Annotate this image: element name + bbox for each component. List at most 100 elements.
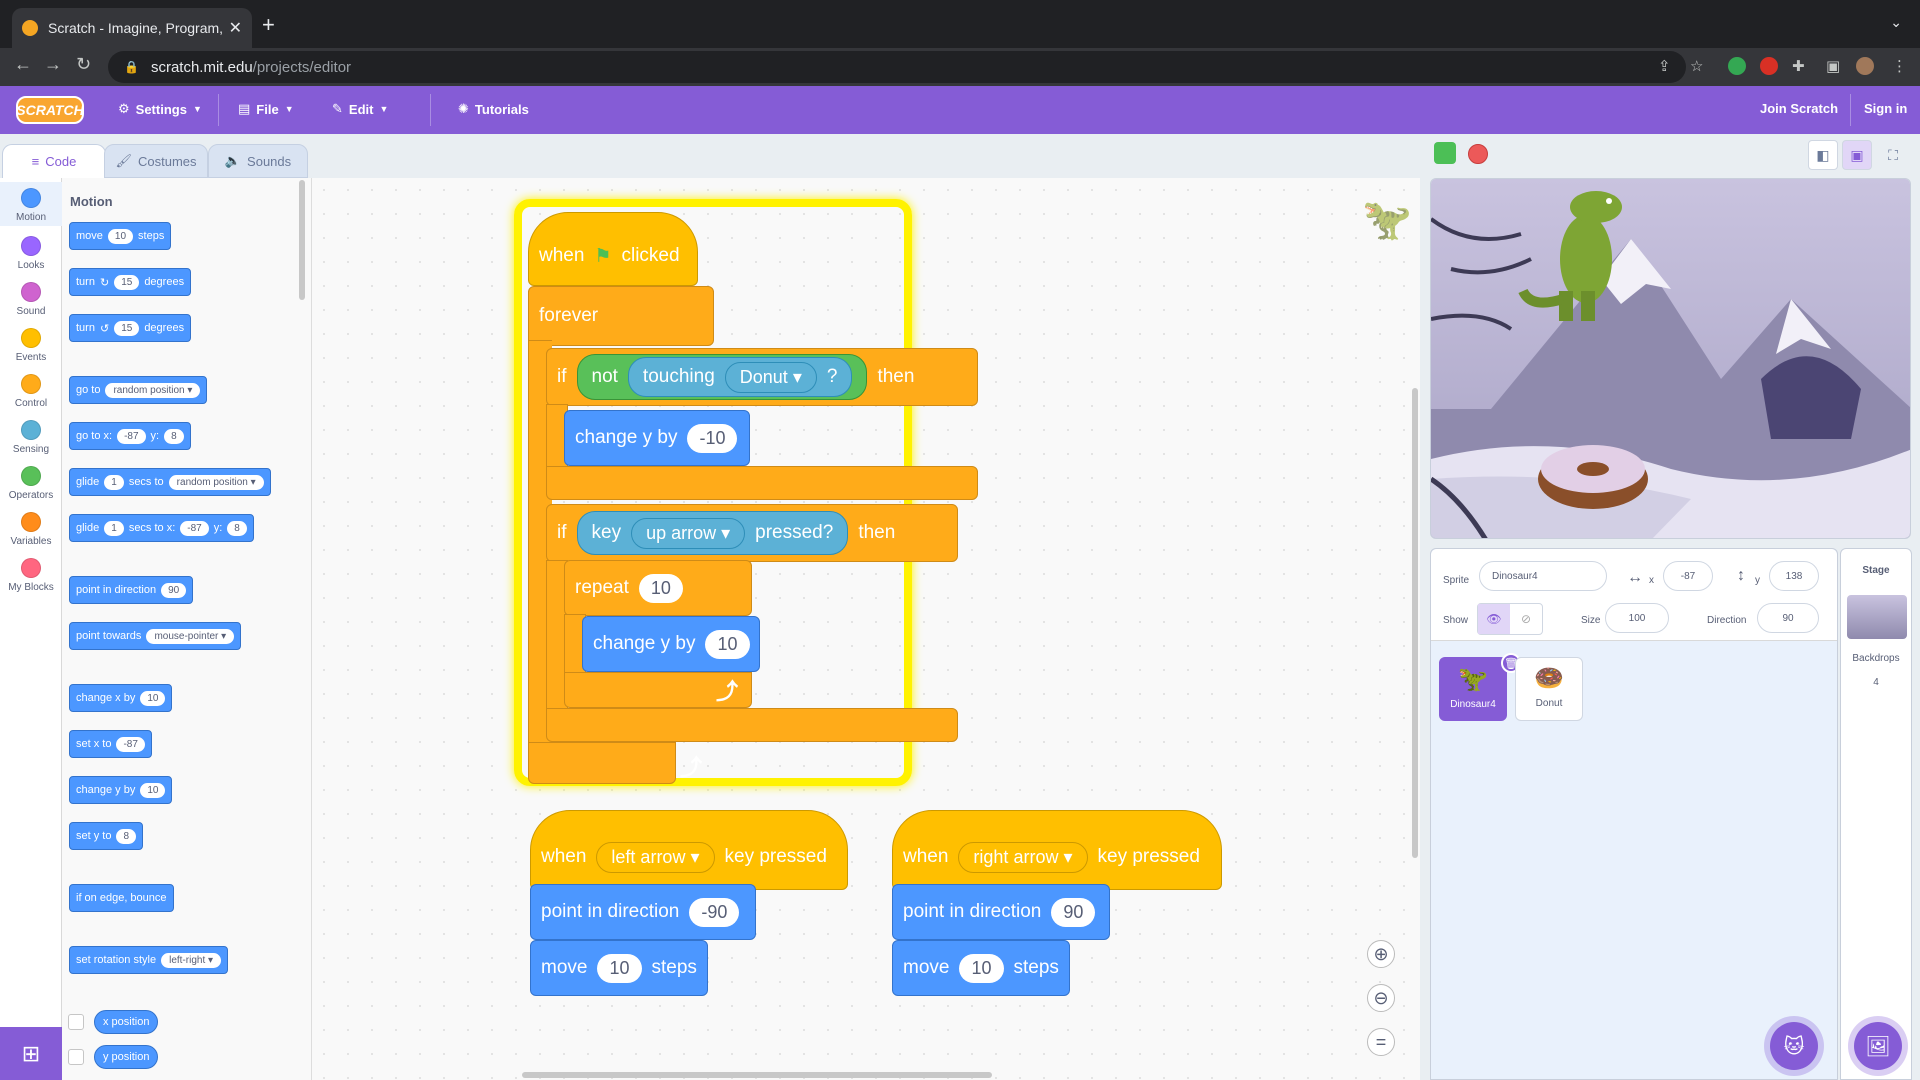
block-move-steps-left[interactable]: move 10 steps	[530, 940, 708, 996]
sign-in-link[interactable]: Sign in	[1864, 101, 1907, 116]
block-dropdown[interactable]: mouse-pointer	[146, 628, 235, 644]
sensing-key-pressed[interactable]: key up arrow pressed?	[576, 511, 849, 555]
block-y-position[interactable]: y position	[94, 1045, 159, 1069]
block-set-x[interactable]: set x to -87	[69, 730, 152, 758]
category-sensing[interactable]: Sensing	[0, 414, 62, 458]
stop-button[interactable]	[1468, 144, 1488, 164]
back-icon[interactable]: ←	[14, 54, 32, 75]
adblock-extension-icon[interactable]	[1760, 57, 1778, 75]
category-operators[interactable]: Operators	[0, 460, 62, 504]
block-point-in-direction[interactable]: point in direction 90	[69, 576, 194, 604]
block-input[interactable]: -87	[117, 428, 146, 444]
block-set-y[interactable]: set y to 8	[69, 822, 144, 850]
block-change-y-by[interactable]: change y by 10	[582, 616, 760, 672]
share-icon[interactable]: ⇪	[1658, 57, 1671, 75]
block-input[interactable]: 10	[140, 782, 166, 798]
stage-canvas[interactable]	[1430, 178, 1911, 539]
join-scratch-link[interactable]: Join Scratch	[1760, 101, 1838, 116]
block-input[interactable]: -87	[180, 520, 209, 536]
block-dropdown[interactable]: random position	[105, 382, 201, 398]
key-dropdown[interactable]: right arrow	[958, 841, 1088, 873]
block-input[interactable]: -10	[687, 423, 738, 453]
block-dropdown[interactable]: left-right	[161, 952, 222, 968]
profile-avatar-icon[interactable]	[1856, 57, 1874, 75]
browser-menu-icon[interactable]: ⋮	[1892, 57, 1907, 75]
block-glide-xy[interactable]: glide 1 secs to x: -87 y: 8	[69, 514, 254, 542]
show-toggle[interactable]: 👁 ⊘	[1477, 603, 1543, 635]
block-input[interactable]: 15	[114, 274, 140, 290]
new-tab-icon[interactable]: +	[262, 12, 275, 38]
block-input[interactable]: 10	[638, 573, 683, 603]
block-glide-to[interactable]: glide 1 secs to random position	[69, 468, 271, 496]
bookmark-star-icon[interactable]: ☆	[1690, 57, 1703, 75]
address-bar[interactable]: 🔒 scratch.mit.edu/projects/editor	[108, 51, 1686, 83]
large-stage-button[interactable]: ▣	[1842, 140, 1872, 170]
small-stage-button[interactable]: ◧	[1808, 140, 1838, 170]
x-position-checkbox[interactable]	[68, 1014, 84, 1030]
scratch-logo[interactable]: SCRATCH	[16, 96, 84, 124]
block-input[interactable]: 15	[114, 320, 140, 336]
extensions-puzzle-icon[interactable]: ✚	[1792, 57, 1805, 75]
block-repeat[interactable]: repeat 10	[564, 560, 752, 616]
tab-search-chevron-icon[interactable]: ⌄	[1890, 14, 1902, 31]
block-if-key-pressed[interactable]: if key up arrow pressed? then	[546, 504, 958, 562]
donut-sprite[interactable]	[1538, 445, 1648, 509]
block-input[interactable]: 8	[164, 428, 184, 444]
zoom-reset-button[interactable]: =	[1367, 1028, 1395, 1056]
block-input[interactable]: -87	[116, 736, 145, 752]
stage-selector-pane[interactable]: Stage Backdrops 4	[1840, 548, 1912, 1080]
sprite-thumb-dinosaur4[interactable]: 🗑 🦖 Dinosaur4	[1439, 653, 1521, 721]
category-my-blocks[interactable]: My Blocks	[0, 552, 62, 596]
block-change-y-by-neg[interactable]: change y by -10	[564, 410, 750, 466]
block-set-rotation-style[interactable]: set rotation style left-right	[69, 946, 229, 974]
block-input[interactable]: 10	[959, 953, 1004, 983]
block-point-in-direction-right[interactable]: point in direction 90	[892, 884, 1110, 940]
block-input[interactable]: 1	[104, 520, 124, 536]
block-dropdown[interactable]: random position	[168, 474, 264, 490]
block-move-steps-right[interactable]: move 10 steps	[892, 940, 1070, 996]
size-input[interactable]: 100	[1605, 603, 1669, 633]
forward-icon[interactable]: →	[44, 54, 62, 75]
touching-target-dropdown[interactable]: Donut	[724, 361, 817, 393]
block-input[interactable]: 90	[1051, 897, 1096, 927]
block-turn-right[interactable]: turn ↻ 15 degrees	[69, 268, 192, 296]
hat-block-when-key-pressed-left[interactable]: when left arrow key pressed	[530, 810, 848, 890]
side-panel-icon[interactable]: ▣	[1826, 57, 1840, 75]
tab-code[interactable]: ≡ Code	[2, 144, 106, 178]
direction-input[interactable]: 90	[1757, 603, 1819, 633]
drive-extension-icon[interactable]	[1728, 57, 1746, 75]
category-motion[interactable]: Motion	[0, 182, 62, 226]
block-change-y[interactable]: change y by 10	[69, 776, 173, 804]
key-dropdown[interactable]: left arrow	[596, 841, 715, 873]
y-position-checkbox[interactable]	[68, 1049, 84, 1065]
y-position-input[interactable]: 138	[1769, 561, 1819, 591]
block-input[interactable]: -90	[689, 897, 740, 927]
block-go-to[interactable]: go to random position	[69, 376, 208, 404]
category-variables[interactable]: Variables	[0, 506, 62, 550]
sprite-name-input[interactable]: Dinosaur4	[1479, 561, 1607, 591]
close-tab-icon[interactable]: ✕	[229, 18, 242, 38]
workspace-vertical-scrollbar[interactable]	[1412, 388, 1418, 858]
category-looks[interactable]: Looks	[0, 230, 62, 274]
block-change-x[interactable]: change x by 10	[69, 684, 173, 712]
block-input[interactable]: 8	[116, 828, 137, 844]
show-visible-icon[interactable]: 👁	[1478, 604, 1510, 634]
block-if-on-edge-bounce[interactable]: if on edge, bounce	[69, 884, 174, 912]
add-extension-button[interactable]: ⊞	[0, 1027, 62, 1080]
block-point-towards[interactable]: point towards mouse-pointer	[69, 622, 242, 650]
hide-icon[interactable]: ⊘	[1510, 604, 1542, 634]
hat-block-when-flag-clicked[interactable]: when ⚑ clicked	[528, 212, 698, 286]
settings-menu[interactable]: ⚙ Settings ▼	[118, 101, 202, 117]
block-input[interactable]: 10	[705, 629, 750, 659]
block-input[interactable]: 10	[597, 953, 642, 983]
palette-scrollbar[interactable]	[299, 180, 305, 300]
block-move-steps[interactable]: move 10 steps	[69, 222, 172, 250]
block-point-in-direction-left[interactable]: point in direction -90	[530, 884, 756, 940]
block-input[interactable]: 90	[161, 582, 187, 598]
block-input[interactable]: 8	[227, 520, 247, 536]
block-if-not-touching[interactable]: if not touching Donut ? then	[546, 348, 978, 406]
block-input[interactable]: 1	[104, 474, 124, 490]
file-menu[interactable]: ▤ File ▼	[238, 101, 294, 117]
block-x-position[interactable]: x position	[94, 1010, 159, 1034]
block-forever[interactable]: forever	[528, 286, 714, 346]
